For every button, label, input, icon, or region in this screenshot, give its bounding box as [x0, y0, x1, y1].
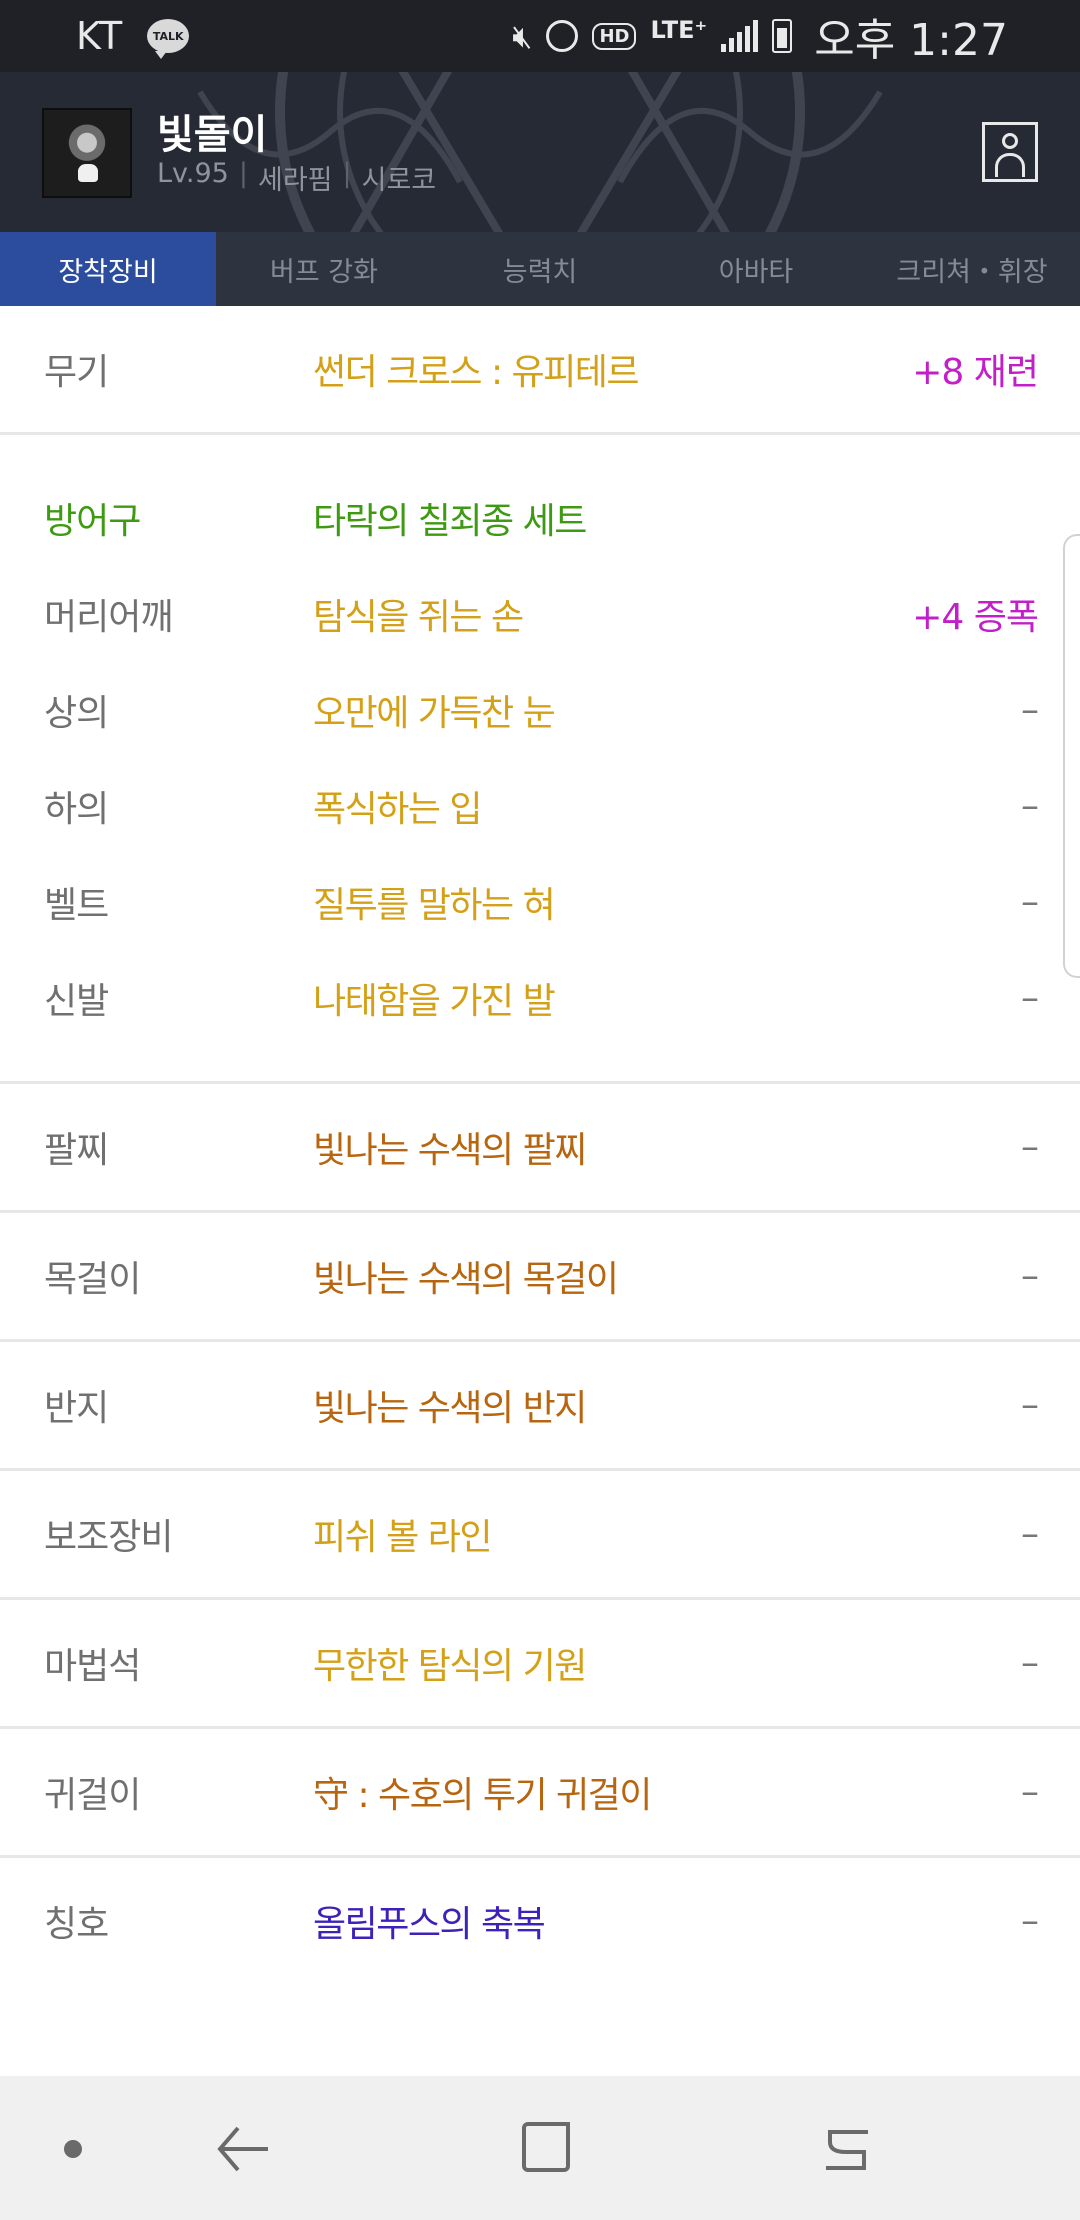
enhance-value: – — [1021, 1384, 1039, 1426]
equipment-row-magic-stone[interactable]: 마법석 무한한 탐식의 기원 – — [0, 1600, 1080, 1726]
battery-icon — [772, 19, 793, 53]
slot-label: 보조장비 — [44, 1517, 173, 1558]
signal-icon — [721, 20, 759, 52]
item-name: 나태함을 가진 발 — [313, 981, 556, 1022]
item-name: 썬더 크로스 : 유피테르 — [313, 352, 640, 393]
enhance-value: – — [1021, 977, 1039, 1019]
slot-label: 머리어깨 — [44, 597, 173, 638]
armor-group: 방어구 타락의 칠죄종 세트 머리어깨 탐식을 쥐는 손 +4 증폭 상의 오만… — [0, 435, 1080, 1081]
equipment-row-shoes[interactable]: 신발 나태함을 가진 발 – — [0, 950, 1080, 1046]
tab-equipment[interactable]: 장착장비 — [0, 232, 216, 306]
slot-label: 팔찌 — [44, 1130, 109, 1171]
tab-creature-emblem[interactable]: 크리쳐・휘장 — [864, 232, 1080, 306]
slot-label: 무기 — [44, 352, 109, 393]
tab-avatar[interactable]: 아바타 — [648, 232, 864, 306]
equipment-row-bottom[interactable]: 하의 폭식하는 입 – — [0, 758, 1080, 854]
set-name: 타락의 칠죄종 세트 — [313, 501, 587, 542]
equipment-row-title[interactable]: 칭호 올림푸스의 축복 – — [0, 1858, 1080, 1984]
equipment-row-belt[interactable]: 벨트 질투를 말하는 혀 – — [0, 854, 1080, 950]
slot-label: 칭호 — [44, 1904, 109, 1945]
mute-icon: 🔇︎ — [512, 16, 533, 55]
equipment-row-weapon[interactable]: 무기 썬더 크로스 : 유피테르 +8 재련 — [0, 306, 1080, 432]
slot-label: 반지 — [44, 1388, 109, 1429]
enhance-value: – — [1021, 1771, 1039, 1813]
item-name: 올림푸스의 축복 — [313, 1904, 546, 1945]
enhance-value: – — [1021, 689, 1039, 731]
item-name: 질투를 말하는 혀 — [313, 885, 556, 926]
system-nav-bar — [0, 2076, 1080, 2220]
equipment-row-top[interactable]: 상의 오만에 가득찬 눈 – — [0, 662, 1080, 758]
equipment-list: 무기 썬더 크로스 : 유피테르 +8 재련 방어구 타락의 칠죄종 세트 머리… — [0, 306, 1080, 1984]
item-name: 무한한 탐식의 기원 — [313, 1646, 587, 1687]
hd-icon: HD — [592, 22, 637, 50]
carrier-label: KT — [76, 14, 124, 58]
equipment-row-armor-set[interactable]: 방어구 타락의 칠죄종 세트 — [0, 470, 1080, 566]
profile-icon[interactable] — [982, 122, 1038, 182]
tab-stats[interactable]: 능력치 — [432, 232, 648, 306]
kakaotalk-icon: TALK — [147, 19, 190, 59]
status-bar: KT TALK 🔇︎ HD LTE⁺ 오후 1:27 — [0, 0, 1080, 72]
tab-bar: 장착장비 버프 강화 능력치 아바타 크리쳐・휘장 — [0, 232, 1080, 306]
back-icon[interactable] — [216, 2122, 272, 2176]
separator: | — [342, 158, 352, 189]
equipment-row-head-shoulder[interactable]: 머리어깨 탐식을 쥐는 손 +4 증폭 — [0, 566, 1080, 662]
enhance-value: +4 증폭 — [912, 597, 1039, 638]
slot-label: 하의 — [44, 789, 109, 830]
item-name: 빛나는 수색의 목걸이 — [313, 1259, 619, 1300]
lte-icon: LTE⁺ — [650, 16, 708, 44]
recent-apps-icon[interactable] — [822, 2122, 872, 2174]
character-level: Lv.95 — [157, 158, 229, 189]
slot-label: 목걸이 — [44, 1259, 141, 1300]
slot-label: 상의 — [44, 693, 109, 734]
alarm-icon — [546, 20, 579, 52]
enhance-value: – — [1021, 1900, 1039, 1942]
enhance-value: – — [1021, 881, 1039, 923]
character-name: 빛돌이 — [157, 112, 268, 158]
item-name: 빛나는 수색의 팔찌 — [313, 1130, 587, 1171]
character-header: 빛돌이 Lv.95 | 세라핌 | 시로코 — [0, 72, 1080, 232]
slot-label: 마법석 — [44, 1646, 141, 1687]
character-job: 세라핌 — [257, 165, 333, 196]
character-avatar — [42, 108, 132, 198]
enhance-value: – — [1021, 785, 1039, 827]
separator: | — [238, 158, 248, 189]
equipment-row-necklace[interactable]: 목걸이 빛나는 수색의 목걸이 – — [0, 1213, 1080, 1339]
enhance-value: – — [1021, 1126, 1039, 1168]
slot-label: 신발 — [44, 981, 109, 1022]
item-name: 빛나는 수색의 반지 — [313, 1388, 587, 1429]
slot-label: 방어구 — [44, 501, 141, 542]
item-name: 守 : 수호의 투기 귀걸이 — [313, 1775, 652, 1816]
item-name: 폭식하는 입 — [313, 789, 483, 830]
item-name: 탐식을 쥐는 손 — [313, 597, 524, 638]
equipment-row-ring[interactable]: 반지 빛나는 수색의 반지 – — [0, 1342, 1080, 1468]
equipment-row-earring[interactable]: 귀걸이 守 : 수호의 투기 귀걸이 – — [0, 1729, 1080, 1855]
enhance-value: – — [1021, 1642, 1039, 1684]
item-name: 피쉬 볼 라인 — [313, 1517, 493, 1558]
home-icon[interactable] — [522, 2122, 570, 2172]
enhance-value: – — [1021, 1513, 1039, 1555]
enhance-value: +8 재련 — [912, 352, 1039, 393]
character-server: 시로코 — [361, 165, 437, 196]
slot-label: 벨트 — [44, 885, 109, 926]
edge-panel-handle[interactable] — [1063, 534, 1080, 978]
enhance-value: – — [1021, 1255, 1039, 1297]
equipment-row-bracelet[interactable]: 팔찌 빛나는 수색의 팔찌 – — [0, 1084, 1080, 1210]
clock: 오후 1:27 — [814, 15, 1008, 66]
item-name: 오만에 가득찬 눈 — [313, 693, 556, 734]
nav-dot-icon[interactable] — [64, 2140, 82, 2158]
slot-label: 귀걸이 — [44, 1775, 141, 1816]
equipment-row-support[interactable]: 보조장비 피쉬 볼 라인 – — [0, 1471, 1080, 1597]
character-info: Lv.95 | 세라핌 | 시로코 — [157, 158, 436, 197]
tab-buff[interactable]: 버프 강화 — [216, 232, 432, 306]
